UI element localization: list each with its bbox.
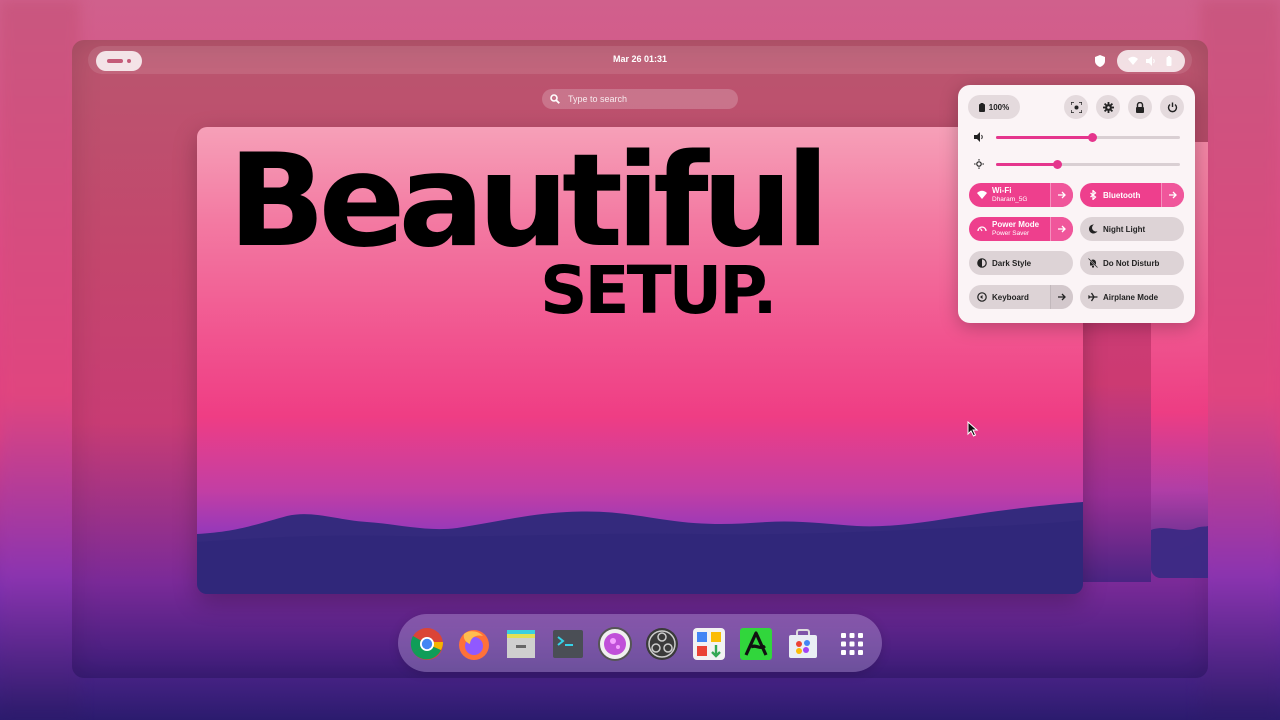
battery-label: 100% — [988, 102, 1010, 112]
power-mode-menu-arrow[interactable] — [1050, 217, 1073, 241]
battery-button[interactable]: 100% — [968, 95, 1020, 119]
search-input[interactable] — [566, 93, 720, 105]
tile-label: Power Mode — [992, 220, 1040, 229]
wifi-icon — [977, 190, 987, 199]
brightness-track — [996, 160, 1180, 169]
battery-icon — [978, 102, 985, 112]
lock-icon — [1136, 101, 1144, 113]
keyboard-menu-arrow[interactable] — [1050, 285, 1073, 309]
volume-fill — [996, 136, 1092, 139]
screenshot-icon — [1070, 101, 1082, 113]
volume-icon — [1146, 56, 1155, 66]
volume-track — [996, 133, 1180, 142]
lock-button[interactable] — [1128, 95, 1152, 119]
tile-sublabel: Dharam_5G — [992, 196, 1028, 203]
tile-label: Airplane Mode — [1103, 292, 1159, 302]
moon-icon — [1088, 224, 1098, 234]
volume-knob[interactable] — [1087, 133, 1097, 142]
keyboard-icon — [977, 292, 987, 302]
tile-sublabel: Power Saver — [992, 230, 1030, 237]
wifi-menu-arrow[interactable] — [1050, 183, 1073, 207]
dark-style-toggle[interactable]: Dark Style — [969, 251, 1073, 275]
mouse-cursor-icon — [967, 421, 979, 437]
a-app-icon[interactable] — [738, 626, 774, 662]
workspace-indicator — [127, 59, 131, 63]
search-bar[interactable] — [542, 89, 738, 109]
image-viewer-icon[interactable] — [597, 626, 633, 662]
terminal-icon[interactable] — [550, 626, 586, 662]
gear-icon — [1102, 101, 1114, 113]
chrome-icon[interactable] — [409, 626, 445, 662]
tile-label: Dark Style — [992, 258, 1032, 268]
bluetooth-toggle[interactable]: Bluetooth — [1080, 183, 1184, 207]
system-tray[interactable] — [1117, 50, 1185, 72]
tile-label: Do Not Disturb — [1103, 258, 1160, 268]
tile-label: Keyboard — [992, 292, 1029, 302]
wifi-toggle[interactable]: Wi-Fi Dharam_5G — [969, 183, 1073, 207]
wallpaper-headline: Beautiful — [228, 127, 830, 276]
settings-button[interactable] — [1096, 95, 1120, 119]
app-grid-icon[interactable] — [834, 626, 870, 662]
search-icon — [550, 94, 560, 104]
active-workspace-indicator — [107, 59, 123, 63]
airplane-icon — [1088, 292, 1098, 302]
activities-button[interactable] — [96, 51, 142, 71]
tile-label: Night Light — [1103, 224, 1146, 234]
tile-label: Bluetooth — [1103, 190, 1141, 200]
dark-style-icon — [977, 258, 987, 268]
brightness-slider[interactable] — [970, 157, 1184, 173]
power-mode-toggle[interactable]: Power Mode Power Saver — [969, 217, 1073, 241]
bluetooth-icon — [1090, 190, 1097, 200]
airplane-mode-toggle[interactable]: Airplane Mode — [1080, 285, 1184, 309]
background-right — [1200, 0, 1280, 720]
power-button[interactable] — [1160, 95, 1184, 119]
files-icon[interactable] — [503, 626, 539, 662]
arrow-right-icon — [1057, 293, 1066, 301]
power-mode-icon — [977, 226, 987, 232]
volume-slider[interactable] — [970, 130, 1184, 146]
obs-icon[interactable] — [644, 626, 680, 662]
brightness-icon — [974, 159, 984, 169]
bluetooth-menu-arrow[interactable] — [1161, 183, 1184, 207]
wallpaper-subline: SETUP. — [540, 252, 778, 329]
brightness-fill — [996, 163, 1057, 166]
power-icon — [1167, 102, 1177, 112]
quick-settings-panel: 100% Wi-Fi Dharam_5G Bluetooth Power Mod… — [958, 85, 1195, 323]
arrow-right-icon — [1057, 225, 1066, 233]
software-icon[interactable] — [691, 626, 727, 662]
clock[interactable]: Mar 26 01:31 — [590, 54, 690, 64]
bell-off-icon — [1088, 258, 1098, 268]
battery-icon — [1166, 56, 1172, 66]
arrow-right-icon — [1057, 191, 1066, 199]
store-icon[interactable] — [785, 626, 821, 662]
shield-icon[interactable] — [1095, 55, 1105, 67]
keyboard-toggle[interactable]: Keyboard — [969, 285, 1073, 309]
firefox-icon[interactable] — [456, 626, 492, 662]
arrow-right-icon — [1168, 191, 1177, 199]
screenshot-button[interactable] — [1064, 95, 1088, 119]
brightness-knob[interactable] — [1052, 160, 1062, 169]
wifi-icon — [1128, 56, 1138, 65]
volume-icon — [974, 132, 983, 142]
tile-label: Wi-Fi — [992, 186, 1012, 195]
background-left — [0, 0, 80, 720]
do-not-disturb-toggle[interactable]: Do Not Disturb — [1080, 251, 1184, 275]
night-light-toggle[interactable]: Night Light — [1080, 217, 1184, 241]
